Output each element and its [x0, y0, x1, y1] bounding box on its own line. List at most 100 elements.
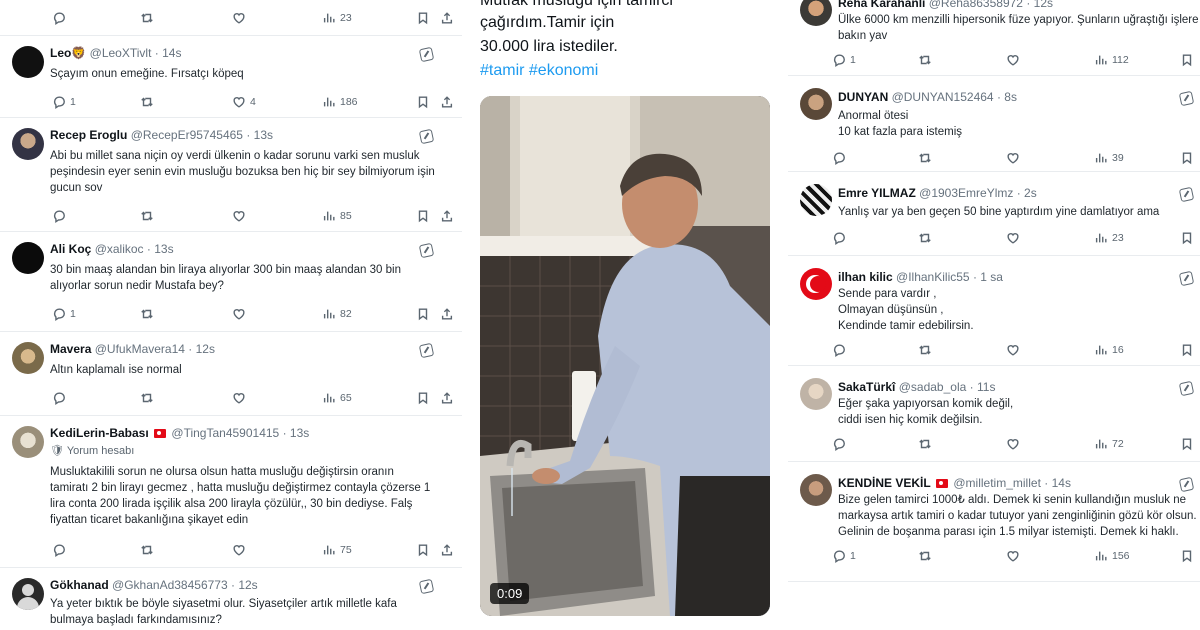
- avatar[interactable]: [12, 128, 44, 160]
- avatar[interactable]: [12, 578, 44, 610]
- retweet-icon[interactable]: [140, 390, 154, 406]
- grok-icon[interactable]: [1178, 476, 1195, 493]
- grok-icon[interactable]: [418, 242, 435, 259]
- avatar[interactable]: [12, 46, 44, 78]
- reply-icon[interactable]: 1: [832, 52, 856, 68]
- grok-icon[interactable]: [418, 128, 435, 145]
- retweet-icon[interactable]: [140, 94, 154, 110]
- tweet[interactable]: Gökhanad @GkhanAd38456773 · 12s Ya yeter…: [0, 568, 462, 630]
- grok-icon[interactable]: [1178, 380, 1195, 397]
- retweet-icon[interactable]: [918, 52, 932, 68]
- bookmark-icon[interactable]: [416, 94, 430, 110]
- retweet-icon[interactable]: [140, 10, 154, 26]
- tweet-time[interactable]: 1 sa: [980, 270, 1003, 284]
- bookmark-icon[interactable]: [1180, 150, 1194, 166]
- share-icon[interactable]: [440, 10, 454, 26]
- author-handle[interactable]: @milletim_millet: [953, 476, 1041, 490]
- bookmark-icon[interactable]: [1180, 436, 1194, 452]
- like-icon[interactable]: [232, 10, 246, 26]
- author-handle[interactable]: @GkhanAd38456773: [112, 578, 228, 592]
- bookmark-icon[interactable]: [416, 208, 430, 224]
- views-icon[interactable]: 156: [1094, 548, 1130, 564]
- like-icon[interactable]: 4: [232, 94, 256, 110]
- retweet-icon[interactable]: [918, 436, 932, 452]
- avatar[interactable]: [800, 378, 832, 410]
- bookmark-icon[interactable]: [416, 390, 430, 406]
- author-handle[interactable]: @UfukMavera14: [95, 342, 185, 356]
- like-icon[interactable]: [1006, 342, 1020, 358]
- bookmark-icon[interactable]: [1180, 230, 1194, 246]
- tweet-time[interactable]: 11s: [977, 380, 995, 394]
- tweet-time[interactable]: 2s: [1024, 186, 1037, 200]
- tweet[interactable]: Emre YILMAZ @1903EmreYlmz · 2s Yanlış va…: [788, 172, 1200, 256]
- reply-icon[interactable]: [52, 542, 66, 558]
- author-name[interactable]: Recep Eroglu: [50, 128, 127, 142]
- tweet-time[interactable]: 14s: [162, 46, 181, 60]
- author-name[interactable]: SakaTürkî: [838, 380, 895, 394]
- video-player[interactable]: 0:09: [480, 96, 770, 616]
- avatar[interactable]: [12, 342, 44, 374]
- tweet-time[interactable]: 8s: [1004, 90, 1017, 104]
- avatar[interactable]: [800, 88, 832, 120]
- share-icon[interactable]: [440, 390, 454, 406]
- retweet-icon[interactable]: [140, 306, 154, 322]
- like-icon[interactable]: [1006, 436, 1020, 452]
- views-icon[interactable]: 112: [1094, 52, 1129, 68]
- share-icon[interactable]: [440, 94, 454, 110]
- retweet-icon[interactable]: [140, 542, 154, 558]
- share-icon[interactable]: [440, 306, 454, 322]
- views-icon[interactable]: 75: [322, 542, 352, 558]
- bookmark-icon[interactable]: [1180, 548, 1194, 564]
- tweet[interactable]: KENDİNE VEKİL @milletim_millet · 14s Biz…: [788, 462, 1200, 582]
- bookmark-icon[interactable]: [416, 542, 430, 558]
- avatar[interactable]: [800, 0, 832, 26]
- like-icon[interactable]: [1006, 52, 1020, 68]
- views-icon[interactable]: 186: [322, 94, 358, 110]
- views-icon[interactable]: 16: [1094, 342, 1124, 358]
- grok-icon[interactable]: [1178, 186, 1195, 203]
- grok-icon[interactable]: [418, 46, 435, 63]
- share-icon[interactable]: [440, 208, 454, 224]
- retweet-icon[interactable]: [140, 208, 154, 224]
- avatar[interactable]: [800, 184, 832, 216]
- views-icon[interactable]: 23: [322, 10, 352, 26]
- reply-icon[interactable]: [52, 208, 66, 224]
- tweet-time[interactable]: 12s: [1034, 0, 1053, 10]
- grok-icon[interactable]: [1178, 90, 1195, 107]
- reply-icon[interactable]: [832, 436, 846, 452]
- author-handle[interactable]: @1903EmreYlmz: [919, 186, 1013, 200]
- author-name[interactable]: Leo: [50, 46, 71, 60]
- author-name[interactable]: Mavera: [50, 342, 91, 356]
- tweet-time[interactable]: 13s: [290, 426, 309, 440]
- author-handle[interactable]: @Reha86358972: [929, 0, 1023, 10]
- author-handle[interactable]: @IlhanKilic55: [896, 270, 970, 284]
- tweet-time[interactable]: 12s: [196, 342, 215, 356]
- avatar[interactable]: [12, 426, 44, 458]
- retweet-icon[interactable]: [918, 230, 932, 246]
- tweet[interactable]: Leo🦁 @LeoXTivlt · 14s Sçayım onun emeğin…: [0, 36, 462, 118]
- grok-icon[interactable]: [418, 578, 435, 595]
- author-name[interactable]: DUNYAN: [838, 90, 888, 104]
- views-icon[interactable]: 65: [322, 390, 352, 406]
- author-handle[interactable]: @DUNYAN152464: [892, 90, 994, 104]
- tweet[interactable]: Mavera @UfukMavera14 · 12s Altın kaplama…: [0, 332, 462, 416]
- author-name[interactable]: Emre YILMAZ: [838, 186, 916, 200]
- like-icon[interactable]: [1006, 230, 1020, 246]
- tweet[interactable]: Ali Koç @xalikoc · 13s 30 bin maaş aland…: [0, 232, 462, 332]
- grok-icon[interactable]: [1178, 270, 1195, 287]
- author-name[interactable]: ilhan kilic: [838, 270, 893, 284]
- retweet-icon[interactable]: [918, 342, 932, 358]
- reply-icon[interactable]: 1: [52, 306, 76, 322]
- bookmark-icon[interactable]: [1180, 52, 1194, 68]
- tweet[interactable]: DUNYAN @DUNYAN152464 · 8s Anormal ötesi …: [788, 76, 1200, 172]
- author-handle[interactable]: @sadab_ola: [899, 380, 967, 394]
- views-icon[interactable]: 82: [322, 306, 352, 322]
- views-icon[interactable]: 85: [322, 208, 352, 224]
- tweet[interactable]: Recep Eroglu @RecepEr95745465 · 13s Abi …: [0, 118, 462, 232]
- reply-icon[interactable]: 1: [832, 548, 856, 564]
- retweet-icon[interactable]: [918, 150, 932, 166]
- retweet-icon[interactable]: [918, 548, 932, 564]
- avatar[interactable]: [800, 474, 832, 506]
- author-handle[interactable]: @RecepEr95745465: [131, 128, 243, 142]
- author-handle[interactable]: @LeoXTivlt: [90, 46, 152, 60]
